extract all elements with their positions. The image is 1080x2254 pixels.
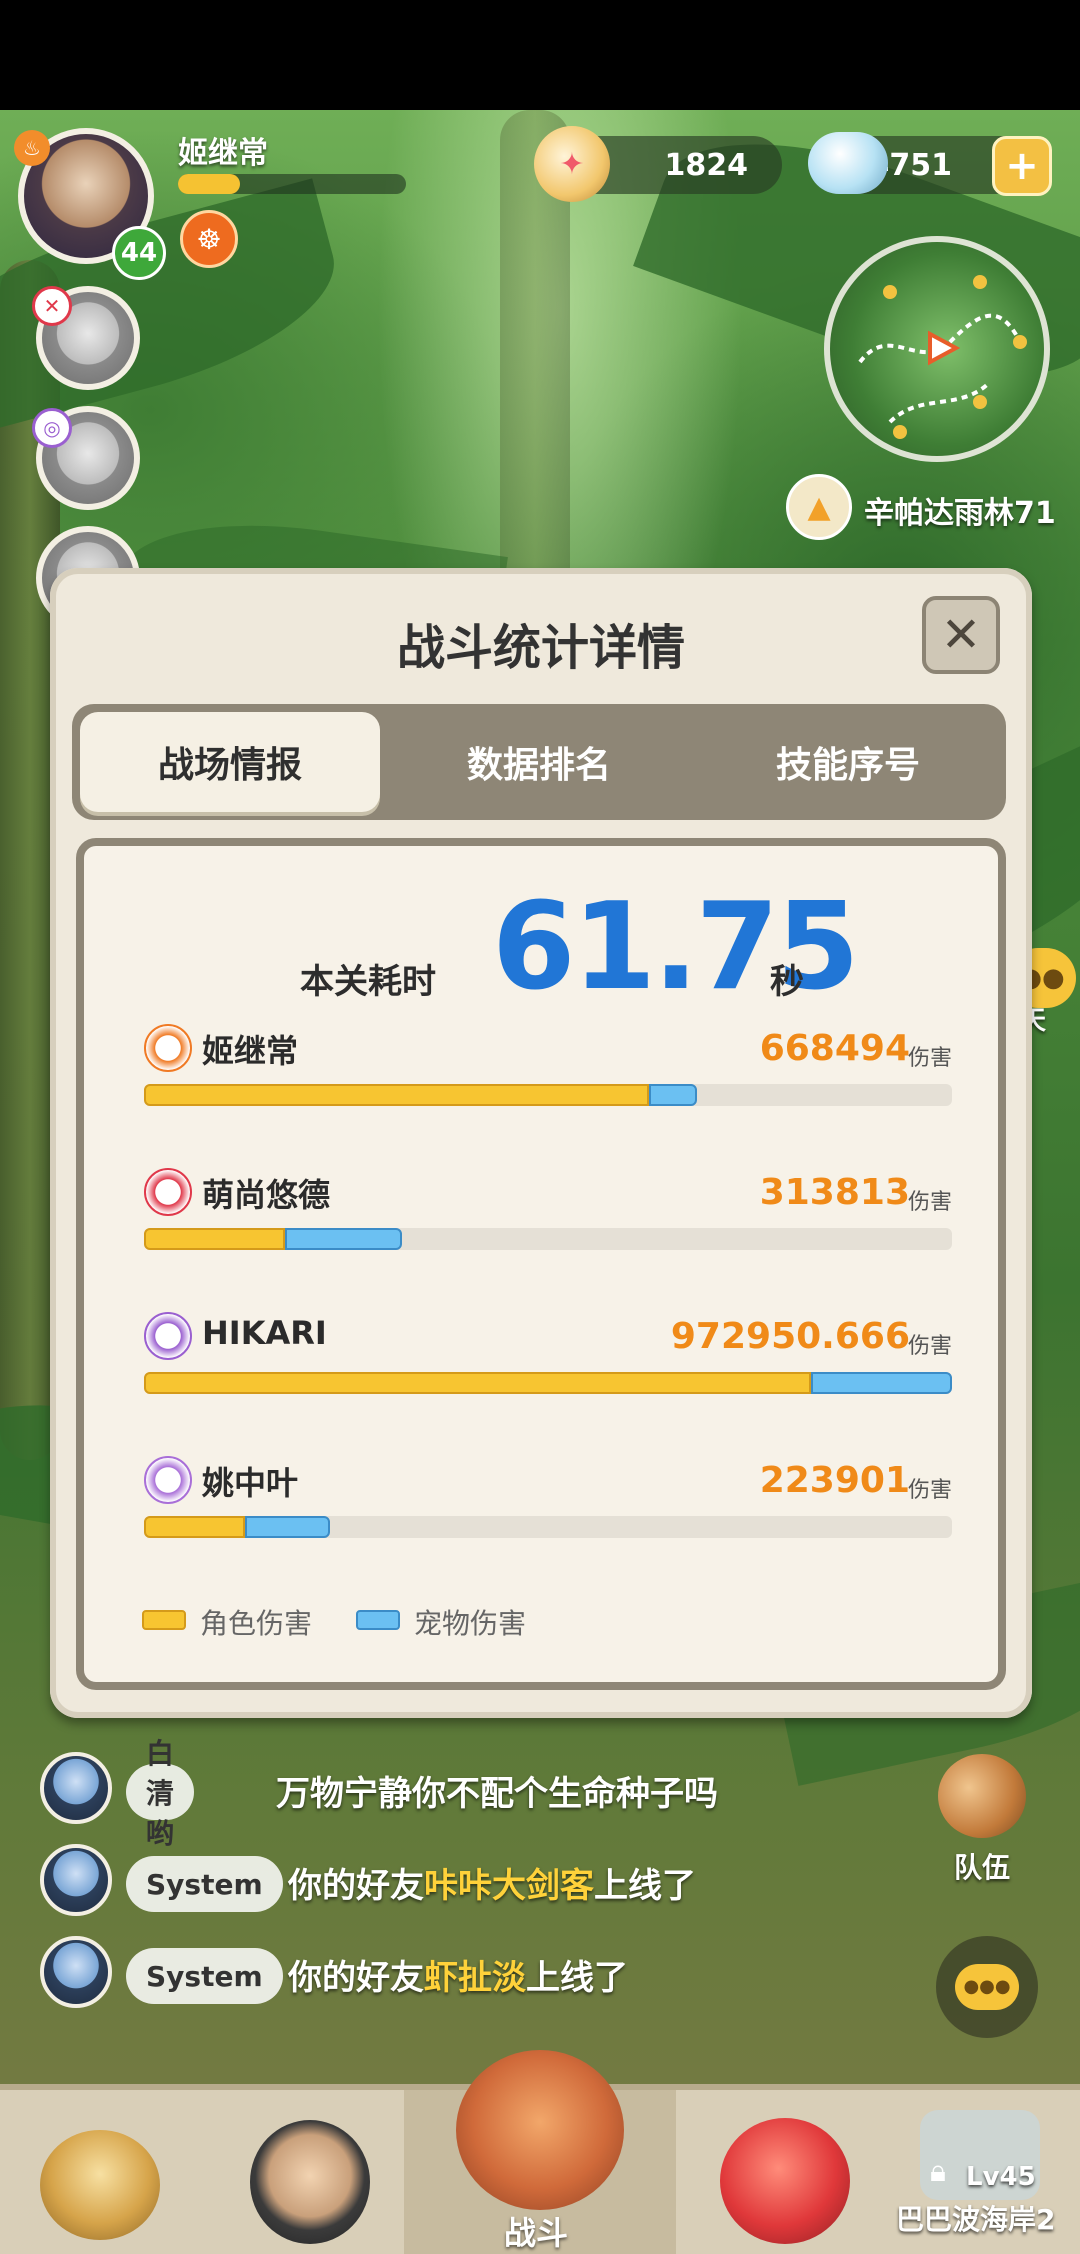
chat-text: 你的好友虾扯淡上线了 bbox=[288, 1958, 628, 1998]
damage-bar bbox=[144, 1228, 952, 1250]
chat-bubble-icon: ●●● bbox=[955, 1964, 1019, 2010]
player-name: 萌尚悠德 bbox=[202, 1176, 331, 1214]
chat-sender: System bbox=[126, 1948, 283, 2004]
chat-text: 万物宁静你不配个生命种子吗 bbox=[276, 1774, 718, 1814]
damage-unit: 伤害 bbox=[907, 1046, 952, 1071]
tab-data-ranking[interactable]: 数据排名 bbox=[389, 712, 689, 812]
player-exp-bar bbox=[178, 174, 406, 194]
add-gems-button[interactable]: + bbox=[992, 136, 1052, 196]
close-icon: ✕ bbox=[940, 607, 982, 663]
player-level-badge: 44 bbox=[112, 226, 166, 280]
damage-row: 萌尚悠德 313813 伤害 bbox=[144, 1168, 952, 1288]
location-name: 辛帕达雨林71 bbox=[864, 496, 1056, 531]
player-name: 姚中叶 bbox=[202, 1464, 299, 1502]
damage-unit: 伤害 bbox=[907, 1190, 952, 1215]
minimap[interactable] bbox=[824, 236, 1050, 462]
tab-skill-order[interactable]: 技能序号 bbox=[698, 712, 998, 812]
lock-icon: 🔒︎ bbox=[930, 2154, 946, 2189]
time-label: 本关耗时 bbox=[300, 962, 436, 1002]
nav-tab-dino[interactable] bbox=[700, 2090, 900, 2254]
damage-row: 姬继常 668494 伤害 bbox=[144, 1024, 952, 1144]
nav-tab-locked-map[interactable]: 🔒︎ Lv45 巴巴波海岸2 bbox=[880, 2090, 1080, 2254]
chat-button[interactable]: ●●● bbox=[936, 1936, 1038, 2038]
violet-element-icon bbox=[144, 1456, 192, 1504]
damage-value: 668494 bbox=[759, 1028, 910, 1069]
legend-character-label: 角色伤害 bbox=[200, 1607, 313, 1640]
pearl-icon: ✦ bbox=[534, 126, 610, 202]
nav-tab-character[interactable] bbox=[0, 2090, 200, 2254]
character-damage-fill bbox=[144, 1084, 649, 1106]
damage-unit: 伤害 bbox=[907, 1478, 952, 1503]
pet-damage-fill bbox=[649, 1084, 697, 1106]
fire-element-icon bbox=[144, 1024, 192, 1072]
damage-value: 972950.666 bbox=[670, 1316, 910, 1357]
tiki-mask-icon bbox=[456, 2050, 624, 2210]
chat-sender: System bbox=[126, 1856, 283, 1912]
damage-value: 313813 bbox=[759, 1172, 910, 1213]
straw-hat-creature-icon bbox=[40, 2130, 160, 2240]
bottom-nav: 战斗 🔒︎ Lv45 巴巴波海岸2 bbox=[0, 2050, 1080, 2254]
chat-text: 你的好友咔咔大剑客上线了 bbox=[288, 1866, 696, 1906]
fire-element-icon: ♨ bbox=[14, 130, 50, 166]
location-icon: ▲ bbox=[786, 474, 852, 540]
team-button[interactable]: 队伍 bbox=[930, 1754, 1034, 1884]
chat-avatar bbox=[40, 1752, 112, 1824]
chat-sender: 白清哟 bbox=[126, 1737, 195, 1850]
team-label: 队伍 bbox=[954, 1851, 1011, 1884]
pet-damage-fill bbox=[811, 1372, 952, 1394]
legend-pet-label: 宠物伤害 bbox=[414, 1607, 527, 1640]
red-element-icon: ✕ bbox=[32, 286, 72, 326]
locked-level: Lv45 bbox=[966, 2162, 1036, 2192]
gem-icon bbox=[808, 132, 888, 194]
damage-value: 223901 bbox=[759, 1460, 910, 1501]
battle-stats-dialog: 战斗统计详情 ✕ 战场情报 数据排名 技能序号 本关耗时 61.75 秒 姬继常… bbox=[50, 568, 1032, 1718]
purple-element-icon bbox=[144, 1312, 192, 1360]
purple-element-icon: ◎ bbox=[32, 408, 72, 448]
damage-bar bbox=[144, 1372, 952, 1394]
pet-damage-fill bbox=[245, 1516, 330, 1538]
red-dino-icon bbox=[720, 2118, 850, 2244]
tab-battle-info[interactable]: 战场情报 bbox=[80, 712, 380, 812]
chat-avatar bbox=[40, 1844, 112, 1916]
damage-unit: 伤害 bbox=[907, 1334, 952, 1359]
legend-pet-swatch bbox=[356, 1610, 400, 1630]
tab-bar: 战场情报 数据排名 技能序号 bbox=[72, 704, 1006, 820]
player-name: 姬继常 bbox=[178, 136, 268, 171]
damage-row: 姚中叶 223901 伤害 bbox=[144, 1456, 952, 1576]
team-icon bbox=[938, 1754, 1026, 1838]
dialog-title: 战斗统计详情 bbox=[396, 620, 685, 676]
damage-bar bbox=[144, 1084, 952, 1106]
player-name: HIKARI bbox=[202, 1314, 327, 1352]
locked-map-name: 巴巴波海岸2 bbox=[896, 2203, 1056, 2236]
nav-tab-pet[interactable] bbox=[210, 2090, 410, 2254]
red-element-icon bbox=[144, 1168, 192, 1216]
nav-battle-label: 战斗 bbox=[504, 2214, 569, 2252]
ninja-character-icon bbox=[250, 2120, 370, 2244]
damage-row: HIKARI 972950.666 伤害 bbox=[144, 1312, 952, 1432]
character-damage-fill bbox=[144, 1228, 285, 1250]
damage-bar bbox=[144, 1516, 952, 1538]
character-damage-fill bbox=[144, 1516, 245, 1538]
nav-tab-battle[interactable]: 战斗 bbox=[404, 2050, 676, 2254]
chat-avatar bbox=[40, 1936, 112, 2008]
pet-damage-fill bbox=[285, 1228, 402, 1250]
close-button[interactable]: ✕ bbox=[922, 596, 1000, 674]
battle-info-content: 本关耗时 61.75 秒 姬继常 668494 伤害 萌尚悠德 313813 伤… bbox=[76, 838, 1006, 1690]
buff-icon[interactable]: ☸ bbox=[180, 210, 238, 268]
legend-character-swatch bbox=[142, 1610, 186, 1630]
character-damage-fill bbox=[144, 1372, 811, 1394]
time-unit: 秒 bbox=[770, 962, 804, 1002]
player-name: 姬继常 bbox=[202, 1032, 299, 1070]
